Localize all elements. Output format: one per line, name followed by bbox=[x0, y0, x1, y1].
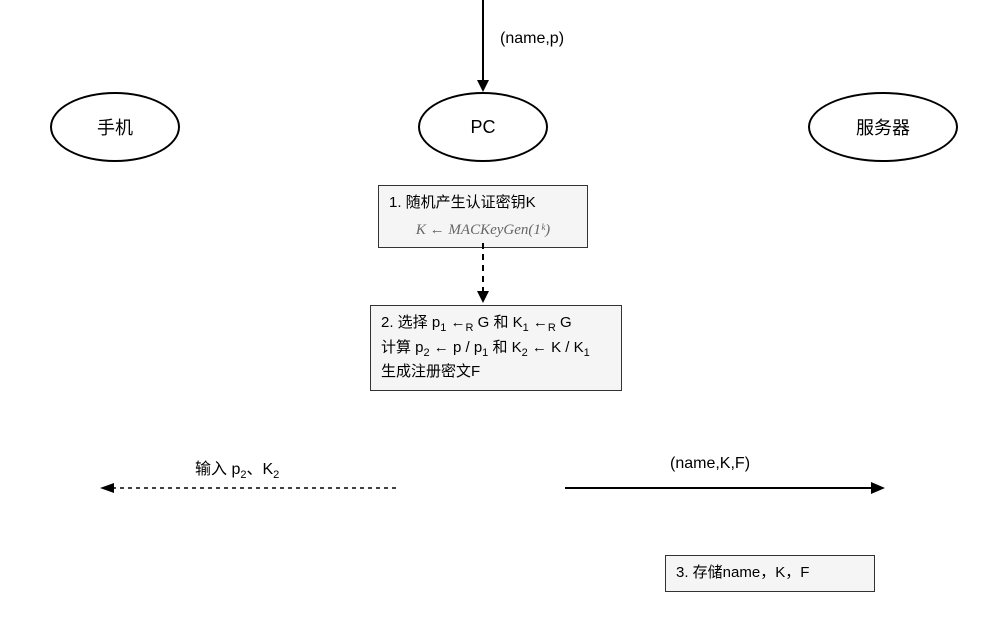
node-server: 服务器 bbox=[808, 92, 958, 162]
step3-text: 3. 存储name，K，F bbox=[676, 564, 809, 581]
arrow-step1-to-step2 bbox=[473, 243, 493, 305]
box-step1: 1. 随机产生认证密钥K K ← MACKeyGen(1ᵏ) bbox=[378, 185, 588, 248]
label-input-top: (name,p) bbox=[500, 30, 564, 48]
box-step2: 2. 选择 p1 ←R G 和 K1 ←R G 计算 p2 ← p / p1 和… bbox=[370, 305, 622, 391]
node-pc: PC bbox=[418, 92, 548, 162]
node-server-label: 服务器 bbox=[856, 114, 910, 140]
arrow-pc-to-server bbox=[565, 478, 885, 498]
node-phone-label: 手机 bbox=[97, 114, 133, 140]
label-pc-to-phone: 输入 p2、K2 bbox=[195, 455, 279, 481]
node-pc-label: PC bbox=[470, 117, 495, 138]
arrow-top-to-pc bbox=[473, 0, 493, 92]
step2-line3: 生成注册密文F bbox=[381, 361, 611, 384]
step1-title: 1. 随机产生认证密钥K bbox=[389, 192, 577, 215]
step1-formula: K ← MACKeyGen(1ᵏ) bbox=[389, 219, 577, 242]
label-pc-to-server: (name,K,F) bbox=[670, 455, 750, 473]
box-step3: 3. 存储name，K，F bbox=[665, 555, 875, 592]
node-phone: 手机 bbox=[50, 92, 180, 162]
step2-line2: 计算 p2 ← p / p1 和 K2 ← K / K1 bbox=[381, 337, 611, 362]
step2-line1: 2. 选择 p1 ←R G 和 K1 ←R G bbox=[381, 312, 611, 337]
